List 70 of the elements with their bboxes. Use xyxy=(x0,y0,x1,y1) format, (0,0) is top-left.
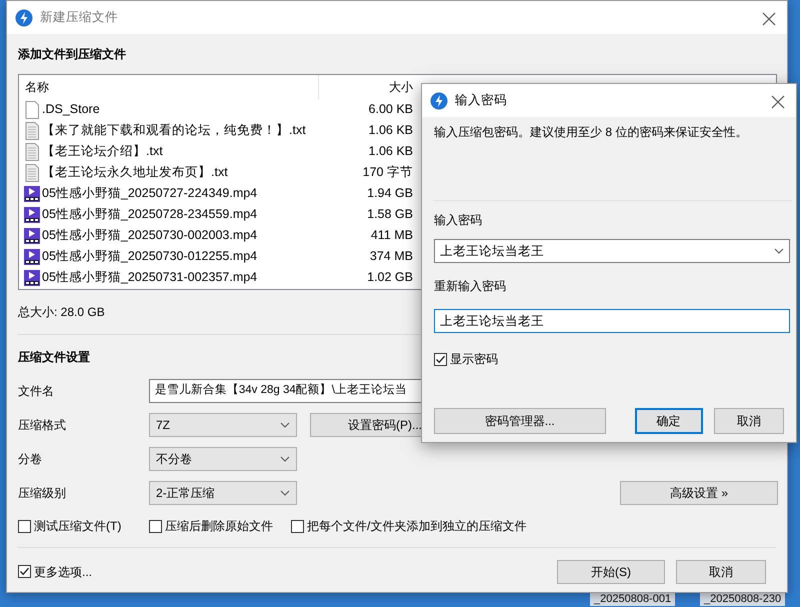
file-name[interactable]: 【老王论坛介绍】.txt xyxy=(42,142,163,161)
checkbox[interactable] xyxy=(18,520,31,532)
checkbox-label[interactable]: 更多选项... xyxy=(34,562,92,580)
dropdown[interactable]: 2-正常压缩 xyxy=(149,481,297,505)
checkbox-label[interactable]: 显示密码 xyxy=(450,350,498,368)
password-manager-button[interactable]: 密码管理器... xyxy=(434,408,606,434)
checkbox[interactable] xyxy=(291,520,304,532)
cancel-button[interactable]: 取消 xyxy=(714,408,784,434)
file-size: 1.06 KB xyxy=(368,143,413,160)
password-field[interactable]: 上老王论坛当老王 xyxy=(434,309,790,333)
column-header[interactable]: 名称 xyxy=(25,78,49,96)
file-name[interactable]: 【老王论坛永久地址发布页】.txt xyxy=(42,163,228,182)
text-file-icon xyxy=(24,122,40,140)
column-header[interactable]: 大小 xyxy=(319,78,413,96)
dropdown[interactable]: 7Z xyxy=(149,413,297,437)
section-heading: 压缩文件设置 xyxy=(18,349,90,366)
field-label: 重新输入密码 xyxy=(434,278,506,295)
caret-icon xyxy=(774,248,784,254)
text-file-icon xyxy=(24,164,40,182)
checkbox[interactable] xyxy=(434,352,447,366)
file-name[interactable]: 05性感小野猫_20250730-002003.mp4 xyxy=(42,226,258,245)
file-icon xyxy=(24,100,40,118)
file-name[interactable]: 05性感小野猫_20250730-012255.mp4 xyxy=(42,247,258,266)
field-label: 分卷 xyxy=(18,451,43,468)
field-label: 压缩级别 xyxy=(18,485,67,502)
file-size: 1.94 GB xyxy=(366,185,413,202)
section-heading: 添加文件到压缩文件 xyxy=(18,47,127,61)
dropdown[interactable]: 不分卷 xyxy=(149,447,297,471)
file-size: 170 字节 xyxy=(362,164,413,182)
field-label: 输入密码 xyxy=(434,212,482,229)
field-label: 压缩格式 xyxy=(18,417,67,434)
app-icon xyxy=(15,8,33,26)
window-title: 输入密码 xyxy=(455,92,507,110)
video-file-icon xyxy=(24,268,40,286)
caret-icon xyxy=(280,422,290,428)
cancel-button[interactable]: 取消 xyxy=(676,560,766,584)
caret-icon xyxy=(280,490,290,496)
video-file-icon xyxy=(24,206,40,224)
file-size: 6.00 KB xyxy=(368,101,413,118)
description-text: 输入压缩包密码。建议使用至少 8 位的密码来保证安全性。 xyxy=(434,124,748,140)
window-title: 新建压缩文件 xyxy=(40,9,118,26)
video-file-icon xyxy=(24,184,40,202)
desktop-file-label[interactable]: _20250808-001 xyxy=(590,593,676,606)
password-dropdown[interactable]: 上老王论坛当老王 xyxy=(434,239,790,263)
file-size: 1.58 GB xyxy=(366,206,413,224)
start-button[interactable]: 开始(S) xyxy=(557,560,665,584)
desktop-file-label[interactable]: _20250808-230 xyxy=(700,593,786,606)
file-name[interactable]: 05性感小野猫_20250727-224349.mp4 xyxy=(42,184,258,203)
checkbox-label[interactable]: 把每个文件/文件夹添加到独立的压缩文件 xyxy=(307,517,526,535)
file-name[interactable]: .DS_Store xyxy=(42,100,100,119)
file-size: 1.06 KB xyxy=(368,122,413,140)
text-file-icon xyxy=(24,142,40,160)
file-name[interactable]: 【来了就能下载和观看的论坛，纯免费！】.txt xyxy=(42,121,306,140)
advanced-settings-button[interactable]: 高级设置 » xyxy=(620,481,778,505)
checkbox-label[interactable]: 测试压缩文件(T) xyxy=(34,517,122,535)
checkbox[interactable] xyxy=(18,565,31,578)
ok-button[interactable]: 确定 xyxy=(634,408,703,434)
file-name[interactable]: 05性感小野猫_20250728-234559.mp4 xyxy=(42,205,258,224)
file-name[interactable]: 05性感小野猫_20250731-002357.mp4 xyxy=(42,268,258,287)
video-file-icon xyxy=(24,226,40,244)
checkbox[interactable] xyxy=(149,520,162,532)
file-size: 1.02 GB xyxy=(366,269,413,286)
checkbox-label[interactable]: 压缩后删除原始文件 xyxy=(165,517,273,535)
total-size-label: 总大小: 28.0 GB xyxy=(18,304,105,321)
app-icon xyxy=(430,92,448,110)
file-size: 411 MB xyxy=(370,227,413,244)
file-size: 374 MB xyxy=(368,248,413,266)
field-label: 文件名 xyxy=(18,383,55,400)
caret-icon xyxy=(280,456,290,462)
video-file-icon xyxy=(24,248,40,266)
